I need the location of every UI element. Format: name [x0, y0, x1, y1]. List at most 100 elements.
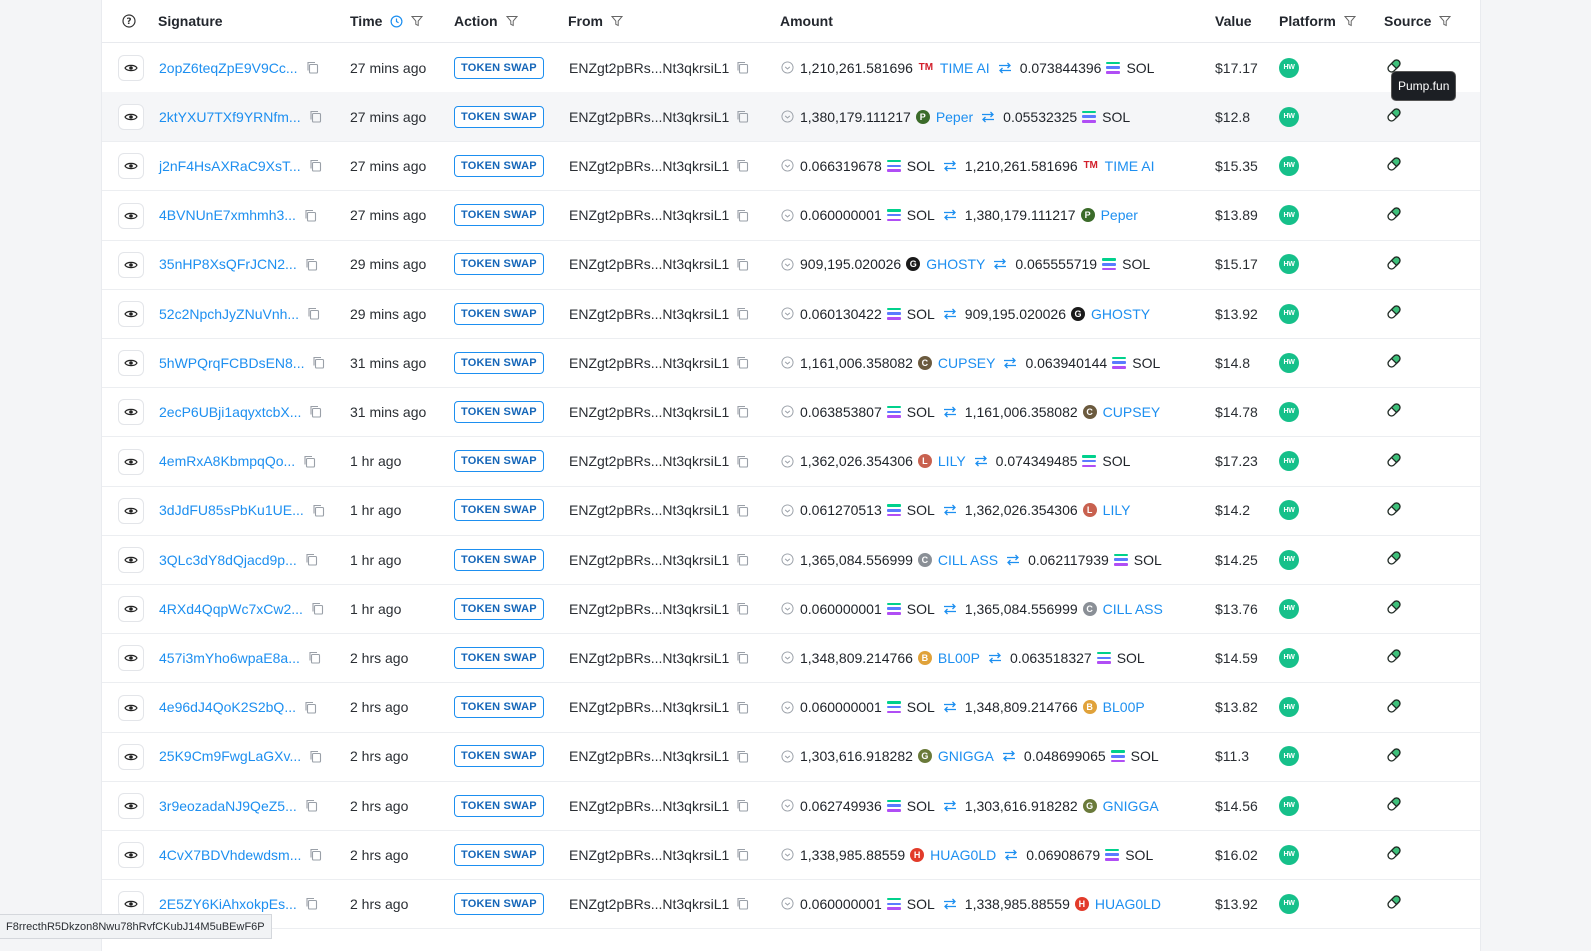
chevron-down-icon[interactable]: [781, 307, 794, 320]
table-row[interactable]: 25K9Cm9FwgLaGXv... 2 hrs ago TOKEN SWAP ENZ…: [102, 732, 1480, 782]
copy-icon[interactable]: [736, 897, 749, 910]
pill-icon[interactable]: [1384, 646, 1404, 669]
from-address[interactable]: ENZgt2pBRs...Nt3qkrsiL1: [569, 601, 729, 617]
token-out-name[interactable]: CILL ASS: [1103, 601, 1163, 617]
token-out-name[interactable]: BL00P: [1103, 699, 1145, 715]
table-row[interactable]: 3r9eozadaNJ9QeZ5... 2 hrs ago TOKEN SWAP EN…: [102, 781, 1480, 831]
signature-link[interactable]: 4CvX7BDVhdewdsm...: [159, 847, 301, 863]
token-out-name[interactable]: HUAG0LD: [1095, 896, 1161, 912]
signature-link[interactable]: 5hWPQrqFCBDsEN8...: [159, 355, 304, 371]
view-transaction-button[interactable]: [118, 448, 144, 475]
from-address[interactable]: ENZgt2pBRs...Nt3qkrsiL1: [569, 798, 729, 814]
view-transaction-button[interactable]: [118, 350, 144, 377]
copy-icon[interactable]: [736, 602, 749, 615]
copy-icon[interactable]: [736, 110, 749, 123]
platform-logo-icon[interactable]: HW: [1279, 549, 1299, 570]
from-address[interactable]: ENZgt2pBRs...Nt3qkrsiL1: [569, 207, 729, 223]
signature-link[interactable]: 2ktYXU7TXf9YRNfm...: [159, 109, 301, 125]
copy-icon[interactable]: [736, 651, 749, 664]
copy-icon[interactable]: [736, 258, 749, 271]
pill-icon[interactable]: [1384, 499, 1404, 522]
copy-icon[interactable]: [736, 405, 749, 418]
filter-icon[interactable]: [505, 15, 518, 27]
view-transaction-button[interactable]: [118, 842, 144, 869]
from-address[interactable]: ENZgt2pBRs...Nt3qkrsiL1: [569, 552, 729, 568]
chevron-down-icon[interactable]: [781, 159, 794, 172]
pill-icon[interactable]: [1384, 597, 1404, 620]
chevron-down-icon[interactable]: [781, 651, 794, 664]
platform-logo-icon[interactable]: HW: [1279, 893, 1299, 914]
pill-icon[interactable]: [1384, 302, 1404, 325]
chevron-down-icon[interactable]: [781, 110, 794, 123]
platform-logo-icon[interactable]: HW: [1279, 697, 1299, 718]
pill-icon[interactable]: [1384, 400, 1404, 423]
pill-icon[interactable]: [1384, 204, 1404, 227]
pill-icon[interactable]: [1384, 154, 1404, 177]
pill-icon[interactable]: [1384, 843, 1404, 866]
pill-icon[interactable]: [1384, 105, 1404, 128]
filter-icon[interactable]: [1343, 15, 1356, 27]
token-in-name[interactable]: HUAG0LD: [930, 847, 996, 863]
signature-link[interactable]: 25K9Cm9FwgLaGXv...: [159, 748, 301, 764]
chevron-down-icon[interactable]: [781, 848, 794, 861]
token-in-name[interactable]: GHOSTY: [926, 256, 985, 272]
copy-icon[interactable]: [309, 750, 322, 763]
copy-icon[interactable]: [312, 504, 325, 517]
view-transaction-button[interactable]: [118, 793, 144, 819]
copy-icon[interactable]: [309, 110, 322, 123]
view-transaction-button[interactable]: [118, 301, 144, 327]
chevron-down-icon[interactable]: [781, 504, 794, 517]
from-address[interactable]: ENZgt2pBRs...Nt3qkrsiL1: [569, 847, 729, 863]
signature-link[interactable]: 3dJdFU85sPbKu1UE...: [159, 502, 304, 518]
filter-icon[interactable]: [411, 15, 424, 27]
copy-icon[interactable]: [736, 750, 749, 763]
from-address[interactable]: ENZgt2pBRs...Nt3qkrsiL1: [569, 355, 729, 371]
view-transaction-button[interactable]: [118, 694, 144, 721]
from-address[interactable]: ENZgt2pBRs...Nt3qkrsiL1: [569, 109, 729, 125]
chevron-down-icon[interactable]: [781, 799, 794, 812]
help-icon[interactable]: ?: [122, 0, 136, 42]
chevron-down-icon[interactable]: [781, 553, 794, 566]
table-row[interactable]: j2nF4HsAXRaC9XsT... 27 mins ago TOKEN SWAP…: [102, 141, 1480, 192]
token-in-name[interactable]: CILL ASS: [938, 552, 998, 568]
pill-icon[interactable]: [1384, 892, 1404, 915]
table-row[interactable]: 3dJdFU85sPbKu1UE... 1 hr ago TOKEN SWAP ENZ…: [102, 486, 1480, 536]
table-row[interactable]: 52c2NpchJyZNuVnh... 29 mins ago TOKEN SWAP…: [102, 289, 1480, 339]
filter-icon[interactable]: [611, 15, 623, 27]
copy-icon[interactable]: [736, 799, 749, 812]
copy-icon[interactable]: [736, 504, 749, 517]
copy-icon[interactable]: [308, 651, 321, 664]
chevron-down-icon[interactable]: [781, 356, 794, 369]
token-in-name[interactable]: TIME AI: [940, 60, 990, 76]
view-transaction-button[interactable]: [118, 251, 144, 278]
view-transaction-button[interactable]: [118, 596, 144, 623]
copy-icon[interactable]: [304, 209, 317, 222]
signature-link[interactable]: 3r9eozadaNJ9QeZ5...: [159, 798, 297, 814]
platform-logo-icon[interactable]: HW: [1279, 303, 1299, 324]
table-row[interactable]: 4CvX7BDVhdewdsm... 2 hrs ago TOKEN SWAP ENZ…: [102, 830, 1480, 881]
signature-link[interactable]: 4RXd4QqpWc7xCw2...: [159, 601, 303, 617]
from-address[interactable]: ENZgt2pBRs...Nt3qkrsiL1: [569, 748, 729, 764]
from-address[interactable]: ENZgt2pBRs...Nt3qkrsiL1: [569, 453, 729, 469]
token-in-name[interactable]: Peper: [936, 109, 973, 125]
copy-icon[interactable]: [309, 159, 322, 172]
table-row[interactable]: 5hWPQrqFCBDsEN8... 31 mins ago TOKEN SWAP E…: [102, 338, 1480, 389]
platform-logo-icon[interactable]: HW: [1279, 57, 1299, 78]
copy-icon[interactable]: [305, 258, 318, 271]
chevron-down-icon[interactable]: [781, 602, 794, 615]
view-transaction-button[interactable]: [118, 399, 144, 426]
pill-icon[interactable]: [1384, 745, 1404, 768]
from-address[interactable]: ENZgt2pBRs...Nt3qkrsiL1: [569, 502, 729, 518]
signature-link[interactable]: 4BVNUnE7xmhmh3...: [159, 207, 296, 223]
copy-icon[interactable]: [305, 553, 318, 566]
signature-link[interactable]: 457i3mYho6wpaE8a...: [159, 650, 300, 666]
copy-icon[interactable]: [736, 455, 749, 468]
copy-icon[interactable]: [303, 455, 316, 468]
token-out-name[interactable]: TIME AI: [1105, 158, 1155, 174]
token-in-name[interactable]: CUPSEY: [938, 355, 996, 371]
table-row[interactable]: 2ktYXU7TXf9YRNfm... 27 mins ago TOKEN SWAP…: [102, 92, 1480, 143]
platform-logo-icon[interactable]: HW: [1279, 205, 1299, 226]
view-transaction-button[interactable]: [118, 202, 144, 229]
platform-logo-icon[interactable]: HW: [1279, 795, 1299, 816]
copy-icon[interactable]: [736, 356, 749, 369]
